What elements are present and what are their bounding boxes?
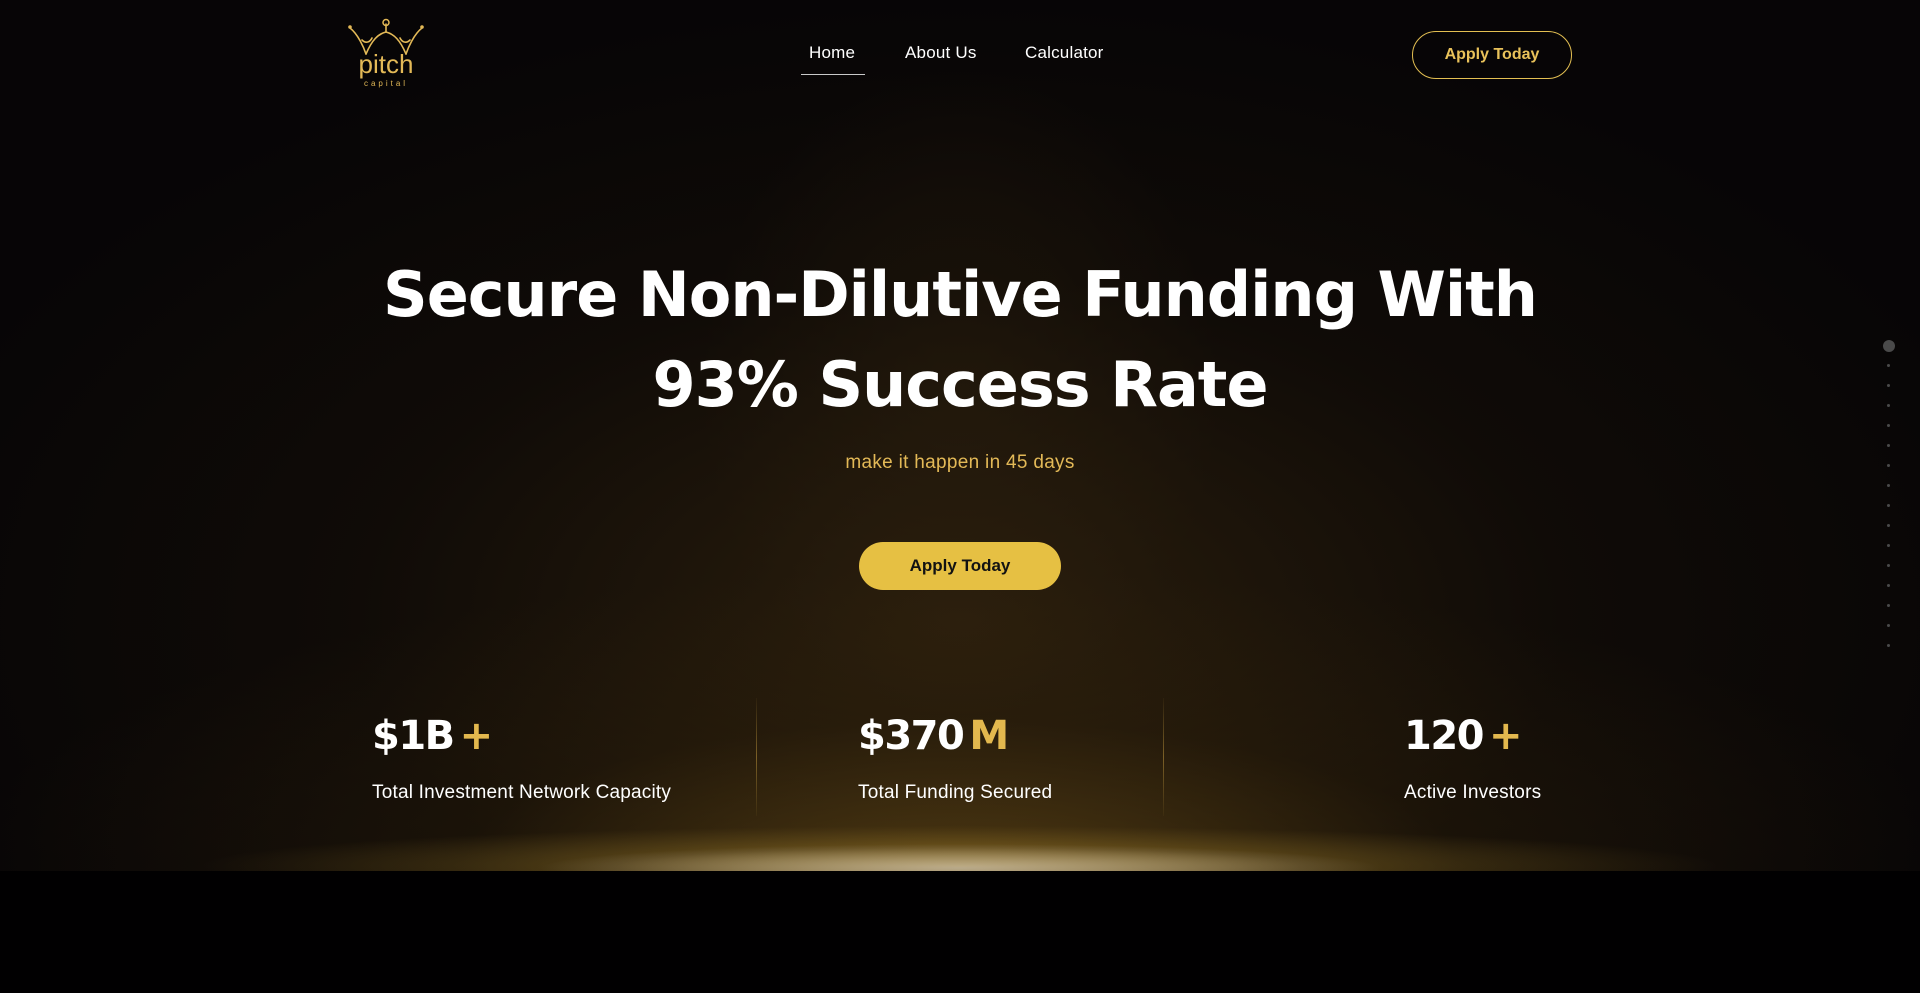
section-dot[interactable]	[1887, 464, 1890, 467]
logo-wordmark: pitch	[359, 49, 414, 79]
section-dot[interactable]	[1887, 644, 1890, 647]
section-dot[interactable]	[1887, 624, 1890, 627]
stat-label: Active Investors	[1404, 782, 1542, 803]
stat-number: $1B	[372, 713, 455, 759]
stat-suffix: M	[969, 713, 1010, 759]
section-dot[interactable]	[1887, 444, 1890, 447]
section-dot[interactable]	[1887, 424, 1890, 427]
stat-number: 120	[1404, 713, 1485, 759]
nav-item-calculator[interactable]: Calculator	[1025, 43, 1104, 63]
stat-number: $370	[858, 713, 965, 759]
nav-active-underline	[801, 74, 865, 75]
section-dot[interactable]	[1887, 524, 1890, 527]
stat-value: 120 +	[1404, 712, 1541, 760]
pitch-capital-logo[interactable]: pitch capital	[346, 18, 426, 90]
section-dot-navigation	[1876, 340, 1904, 660]
stat-investment-capacity: $1B + Total Investment Network Capacity	[372, 712, 671, 804]
stat-divider	[756, 698, 757, 816]
hero-headline-line-1: Secure Non-Dilutive Funding With	[383, 258, 1538, 331]
nav-apply-today-button[interactable]: Apply Today	[1412, 31, 1572, 79]
stat-active-investors: 120 + Active Investors	[1404, 712, 1541, 804]
logo-subtitle: capital	[364, 79, 408, 88]
hero-headline-line-2: 93% Success Rate	[652, 348, 1269, 421]
stat-label: Total Funding Secured	[858, 782, 1053, 803]
section-dot-active[interactable]	[1883, 340, 1895, 352]
stat-label: Total Investment Network Capacity	[372, 782, 672, 803]
section-dot[interactable]	[1887, 364, 1890, 367]
stat-suffix: +	[1489, 713, 1523, 759]
section-dot[interactable]	[1887, 584, 1890, 587]
section-dot[interactable]	[1887, 564, 1890, 567]
stat-funding-secured: $370 M Total Funding Secured	[858, 712, 1052, 804]
hero-subline: make it happen in 45 days	[845, 452, 1075, 473]
crown-icon: pitch capital	[348, 18, 424, 88]
stat-suffix: +	[459, 713, 494, 759]
lower-section	[0, 871, 1920, 993]
nav-item-about-us[interactable]: About Us	[905, 43, 977, 63]
stat-divider	[1163, 698, 1164, 816]
section-dot[interactable]	[1887, 484, 1890, 487]
hero-headline: Secure Non-Dilutive Funding With 93% Suc…	[360, 250, 1560, 430]
stat-value: $370 M	[858, 712, 1052, 760]
section-dot[interactable]	[1887, 504, 1890, 507]
section-dot[interactable]	[1887, 404, 1890, 407]
nav-item-home[interactable]: Home	[809, 43, 855, 63]
section-dot[interactable]	[1887, 604, 1890, 607]
hero-apply-today-button[interactable]: Apply Today	[859, 542, 1061, 590]
section-dot[interactable]	[1887, 384, 1890, 387]
stat-value: $1B +	[372, 712, 671, 760]
section-dot[interactable]	[1887, 544, 1890, 547]
top-navigation: pitch capital Home About Us Calculator A…	[0, 0, 1920, 110]
